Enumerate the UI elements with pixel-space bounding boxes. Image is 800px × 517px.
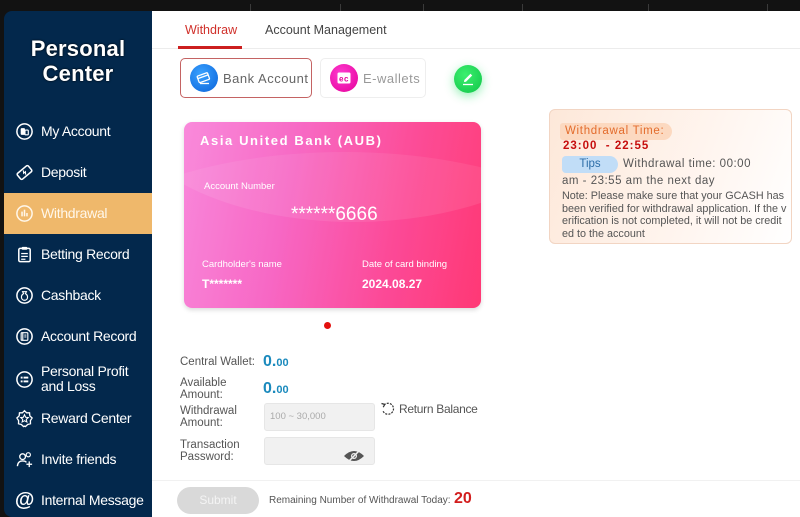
card-holder-value: T******* [202,277,243,291]
top-strip [0,0,800,11]
withdrawal-icon [15,204,34,223]
card-binding-date-label: Date of card binding [362,259,448,270]
tip-text-line1: Withdrawal time: 00:00 [623,158,751,170]
return-balance-label: Return Balance [399,402,478,416]
bank-account-label: Bank Account [223,70,309,86]
bank-card-icon [190,64,218,92]
amount-integer: 0. [263,380,277,397]
card-binding-date: 2024.08.27 [362,277,423,291]
sidebar-item-label: Invite friends [41,451,117,467]
internal-message-icon: @ [14,489,35,511]
sidebar-item-label: Personal Profit and Loss [41,363,129,394]
divider [648,4,649,11]
amount-decimal: 00 [276,384,289,396]
remaining-withdrawals-count: 20 [454,490,472,507]
central-wallet-label: Central Wallet: [180,356,255,368]
available-amount-label: Available Amount: [180,377,226,401]
profit-loss-icon [15,370,34,389]
tab-withdraw[interactable]: Withdraw [185,23,237,37]
sidebar-item-deposit[interactable]: Deposit [4,152,152,193]
sidebar-item-cashback[interactable]: Cashback [4,275,152,316]
svg-text:ec: ec [339,75,349,84]
sidebar-item-internal-message[interactable]: @ Internal Message [4,480,152,517]
withdrawal-info-box: Withdrawal Time: 23:00 - 22:55 Tips With… [549,109,792,244]
tab-bar: Withdraw Account Management [152,11,800,49]
sidebar-item-profit-loss[interactable]: Personal Profit and Loss [4,357,152,401]
transaction-password-label: Transaction Password: [180,439,240,463]
sidebar-item-account-record[interactable]: Account Record [4,316,152,357]
bank-card[interactable]: Asia United Bank (AUB) Account Number **… [184,122,481,308]
betting-record-icon [15,245,34,264]
label-line: Amount: [180,417,223,429]
submit-button[interactable]: Submit [177,487,259,514]
withdrawal-amount-input[interactable]: 100 ~ 30,000 [264,403,375,431]
card-account-number-label: Account Number [204,181,275,192]
carousel-dot[interactable] [324,322,331,329]
sidebar-title-line1: Personal [30,36,126,61]
edit-button[interactable] [454,65,482,93]
tab-account-management[interactable]: Account Management [265,23,387,37]
toggle-password-visibility[interactable] [342,449,366,463]
card-bank-name: Asia United Bank (AUB) [200,133,383,148]
card-account-number: ******6666 [291,204,378,225]
card-holder-label: Cardholder's name [202,259,282,270]
divider [767,4,768,11]
label-line: Password: [180,451,234,463]
amount-integer: 0. [263,353,277,370]
sidebar-title-line2: Center [42,61,114,86]
tips-badge: Tips [562,156,618,173]
sidebar-item-withdrawal[interactable]: Withdrawal [4,193,152,234]
active-tab-indicator [178,46,242,49]
amount-decimal: 00 [276,357,289,369]
label-line: Available [180,377,227,389]
withdrawal-amount-label: Withdrawal Amount: [180,405,237,429]
label-line: Transaction [180,439,240,451]
pencil-icon [463,73,473,86]
refresh-icon [381,402,395,415]
eye-off-icon [344,449,364,463]
withdrawal-time-range: 23:00 - 22:55 [563,140,650,152]
central-wallet-amount: 0.00 [263,353,289,371]
sidebar-item-invite-friends[interactable]: Invite friends [4,439,152,480]
available-amount: 0.00 [263,380,289,398]
label-line: Withdrawal [180,405,237,417]
withdrawal-note: Note: Please make sure that your GCASH h… [562,190,787,240]
e-wallets-label: E-wallets [363,70,421,86]
sidebar-item-reward-center[interactable]: Reward Center [4,398,152,439]
label-line: Amount: [180,389,223,401]
sidebar-item-my-account[interactable]: My Account [4,111,152,152]
tip-text-line2: am - 23:55 am the next day [562,175,715,187]
main-panel: Withdraw Account Management Bank Account… [152,11,800,517]
sidebar-title: Personal Center [4,36,152,86]
e-wallets-button[interactable]: ec E-wallets [320,58,426,98]
sidebar-item-label: Reward Center [41,410,132,426]
sidebar-item-label: Deposit [41,164,87,180]
deposit-icon [15,163,34,182]
bank-account-button[interactable]: Bank Account [180,58,312,98]
sidebar-item-label: Cashback [41,287,101,303]
divider [423,4,424,11]
sidebar-item-label: Account Record [41,328,137,344]
cashback-icon [15,286,34,305]
divider [522,4,523,11]
account-record-icon [15,327,34,346]
sidebar-item-label: Withdrawal [41,205,108,221]
divider [152,480,800,481]
divider [340,4,341,11]
sidebar-item-label: Internal Message [41,492,144,508]
reward-center-icon [15,409,34,428]
e-wallet-icon: ec [330,64,358,92]
sidebar: Personal Center My Account Deposit Withd… [4,11,152,517]
remaining-withdrawals-label: Remaining Number of Withdrawal Today: [269,495,451,506]
sidebar-item-label: My Account [41,123,111,139]
invite-friends-icon [15,450,34,469]
return-balance-button[interactable]: Return Balance [380,401,478,417]
withdrawal-time-title: Withdrawal Time: [560,123,672,140]
sidebar-item-betting-record[interactable]: Betting Record [4,234,152,275]
divider [250,4,251,11]
sidebar-item-label: Betting Record [41,246,130,262]
my-account-icon [15,122,34,141]
